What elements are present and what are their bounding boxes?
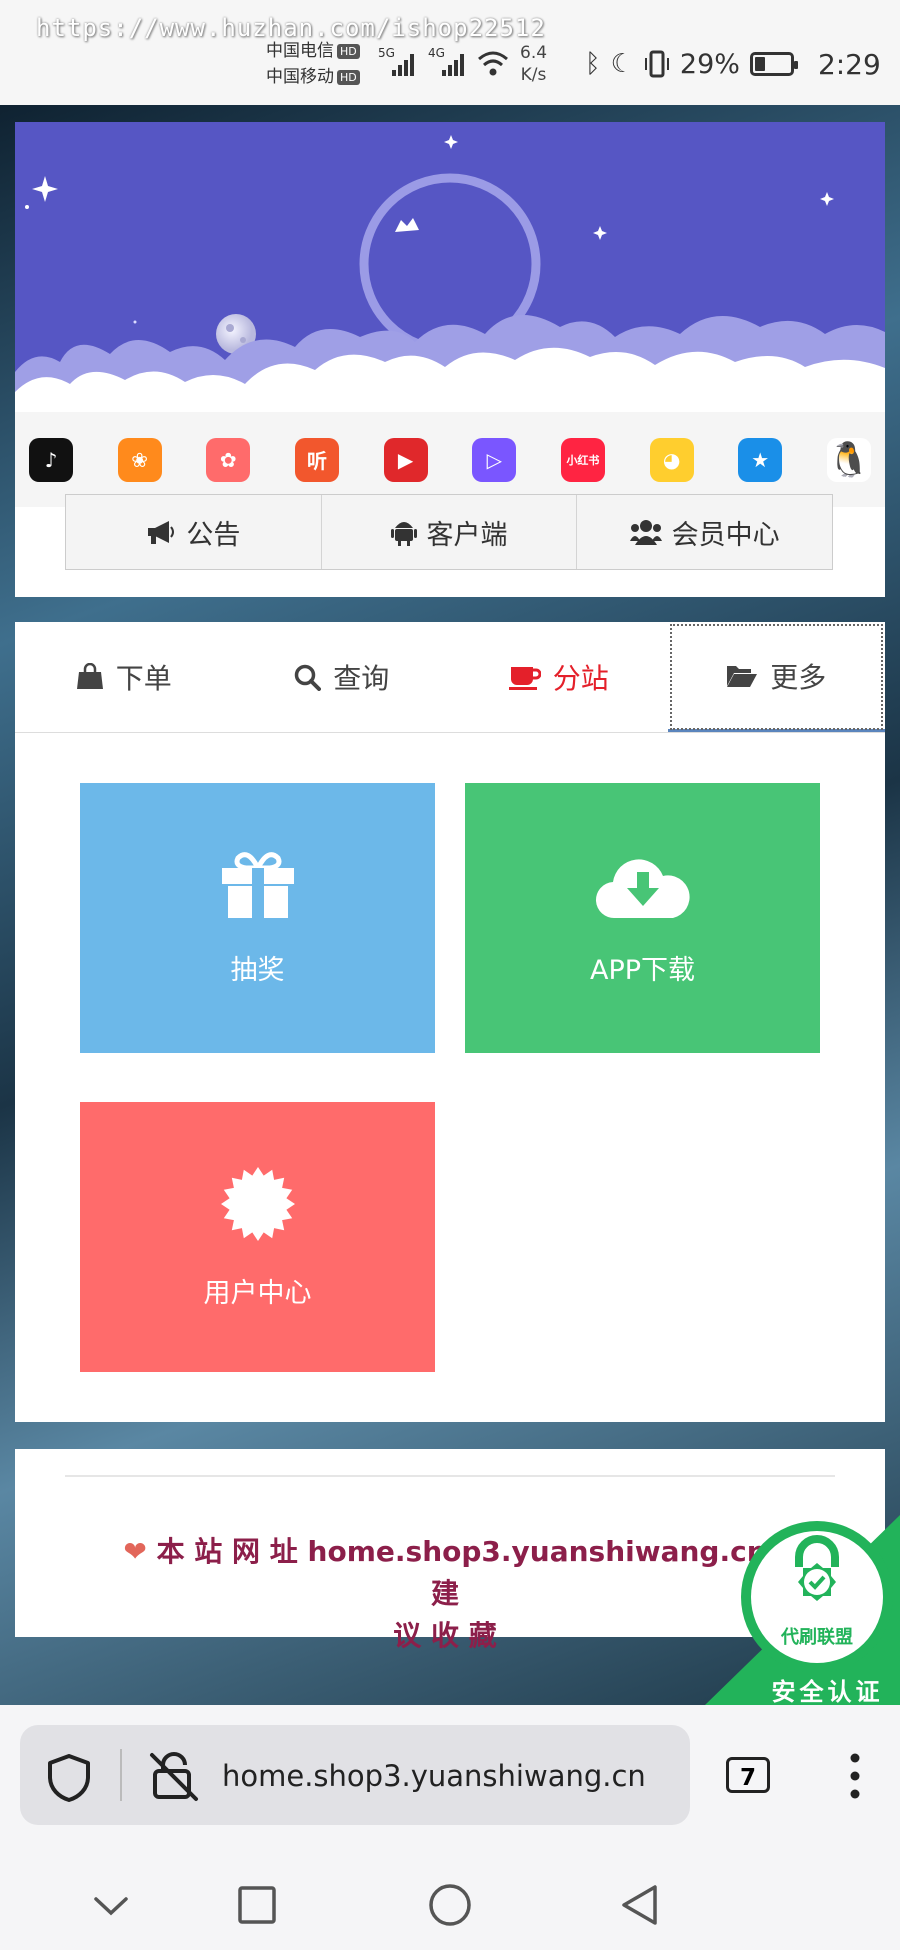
home-icon[interactable]	[428, 1883, 472, 1927]
tab-more[interactable]: 更多	[667, 622, 885, 732]
site-notice: ❤ 本 站 网 址 home.shop3.yuanshiwang.cn 建 议 …	[115, 1531, 775, 1657]
battery-percent: 29%	[679, 48, 740, 80]
collapse-icon[interactable]	[93, 1895, 129, 1917]
search-icon	[294, 664, 322, 691]
douyin-app-icon[interactable]: ♪	[29, 437, 73, 482]
tab-substation[interactable]: 分站	[450, 622, 668, 732]
megaphone-icon	[148, 521, 175, 544]
divider	[65, 1475, 835, 1477]
carrier-2: 中国移动	[266, 67, 334, 87]
back-icon[interactable]	[620, 1883, 660, 1927]
banner-illustration	[15, 135, 885, 412]
notice-line-2: 议 收 藏	[393, 1619, 497, 1652]
hd-badge: HD	[337, 43, 360, 59]
badge-name: 代刷联盟	[781, 1627, 853, 1648]
member-center-label: 会员中心	[671, 519, 780, 551]
network-speed: 6.4 K/s	[520, 42, 547, 86]
lottery-tile[interactable]: 抽奖	[80, 783, 435, 1053]
app-download-tile[interactable]: APP下载	[465, 783, 820, 1053]
status-bar: 中国电信 HD 中国移动 HD 5G 4G 6.4 K/s ᛒ ☾ 29% 2:29…	[0, 0, 900, 105]
carrier-info: 中国电信 HD 中国移动 HD	[266, 38, 360, 90]
address-bar[interactable]: home.shop3.yuanshiwang.cn	[20, 1725, 690, 1825]
notice-line-1: 本 站 网 址 home.shop3.yuanshiwang.cn 建	[156, 1535, 767, 1610]
client-button[interactable]: 客户端	[322, 495, 578, 569]
vibrate-icon	[644, 50, 669, 78]
header-button-row: 公告 客户端 会员中心	[65, 494, 833, 570]
clouds	[15, 315, 885, 412]
watermark: https://www.huzhan.com/ishop22512	[36, 14, 546, 42]
qzone-app-icon[interactable]: ★	[738, 437, 783, 482]
weishi-app-icon[interactable]: ▷	[472, 437, 517, 482]
battery-icon	[749, 52, 798, 76]
users-icon	[629, 520, 662, 545]
insecure-lock-icon[interactable]	[148, 1751, 200, 1803]
hd-badge: HD	[337, 69, 360, 85]
logo-icon	[395, 218, 419, 232]
tab-bar: 下单 查询 分站 更多	[15, 622, 885, 733]
xiaohongshu-app-icon[interactable]: 小红书	[560, 437, 605, 482]
folder-open-icon	[727, 665, 758, 687]
gift-icon	[221, 851, 294, 918]
security-badge[interactable]: 代刷联盟 安全认证	[705, 1515, 900, 1706]
tab-more-label: 更多	[770, 660, 827, 694]
shopping-bag-icon	[76, 663, 103, 689]
coffee-icon	[508, 667, 541, 690]
announcement-button[interactable]: 公告	[66, 495, 322, 569]
signal-icon	[442, 54, 464, 76]
speed-unit: K/s	[520, 65, 547, 85]
bluetooth-icon: ᛒ	[585, 49, 601, 79]
tab-query[interactable]: 查询	[233, 622, 451, 732]
pipixia-app-icon[interactable]: ✿	[206, 437, 251, 482]
client-label: 客户端	[426, 519, 508, 551]
moon-icon: ☾	[610, 49, 634, 79]
star-icon	[25, 135, 834, 324]
tab-order-label: 下单	[115, 662, 172, 695]
member-center-button[interactable]: 会员中心	[577, 495, 832, 569]
cloud-download-icon	[595, 858, 690, 918]
signal-icon	[392, 54, 414, 76]
main-card: 下单 查询 分站 更多 抽奖 APP下载 用户中心	[15, 622, 885, 1422]
status-icons: ᛒ ☾ 29% 2:29	[585, 44, 881, 84]
heart-icon: ❤	[123, 1535, 147, 1568]
kuaishou-app-icon[interactable]: ❀	[117, 437, 162, 482]
app-icon-row: ♪ ❀ ✿ 听 ▶ ▷ 小红书 ◕ ★ 🐧	[15, 412, 885, 507]
user-center-tile[interactable]: 用户中心	[80, 1102, 435, 1372]
lottery-label: 抽奖	[230, 954, 285, 986]
app-download-label: APP下载	[589, 954, 696, 986]
game-app-icon[interactable]: ◕	[649, 437, 694, 482]
more-menu-icon[interactable]	[850, 1753, 860, 1799]
tab-substation-label: 分站	[552, 662, 609, 695]
divider	[120, 1749, 122, 1801]
header-card: ♪ ❀ ✿ 听 ▶ ▷ 小红书 ◕ ★ 🐧 公告 客户端 会员中心	[15, 122, 885, 597]
user-center-label: 用户中心	[203, 1277, 312, 1309]
recent-apps-icon[interactable]	[237, 1885, 277, 1925]
tab-order[interactable]: 下单	[15, 622, 233, 732]
qq-app-icon[interactable]: 🐧	[826, 437, 871, 482]
video-app-icon[interactable]: ▶	[383, 437, 428, 482]
announcement-label: 公告	[186, 519, 241, 551]
shield-icon[interactable]	[46, 1753, 92, 1803]
certificate-icon	[220, 1166, 295, 1241]
speed-value: 6.4	[520, 43, 548, 63]
battery-fill	[754, 57, 765, 71]
badge-text: 安全认证	[771, 1678, 884, 1706]
system-nav-bar	[0, 1855, 900, 1950]
tab-switcher-button[interactable]: 7	[726, 1757, 770, 1793]
wifi-icon	[478, 51, 508, 76]
tab-query-label: 查询	[333, 662, 390, 695]
carrier-1: 中国电信	[266, 41, 334, 61]
banner	[15, 122, 885, 412]
url-text[interactable]: home.shop3.yuanshiwang.cn	[222, 1759, 646, 1793]
clock: 2:29	[817, 47, 881, 81]
android-icon	[390, 522, 417, 546]
ting-app-icon[interactable]: 听	[294, 437, 339, 482]
browser-toolbar: home.shop3.yuanshiwang.cn 7	[0, 1705, 900, 1950]
